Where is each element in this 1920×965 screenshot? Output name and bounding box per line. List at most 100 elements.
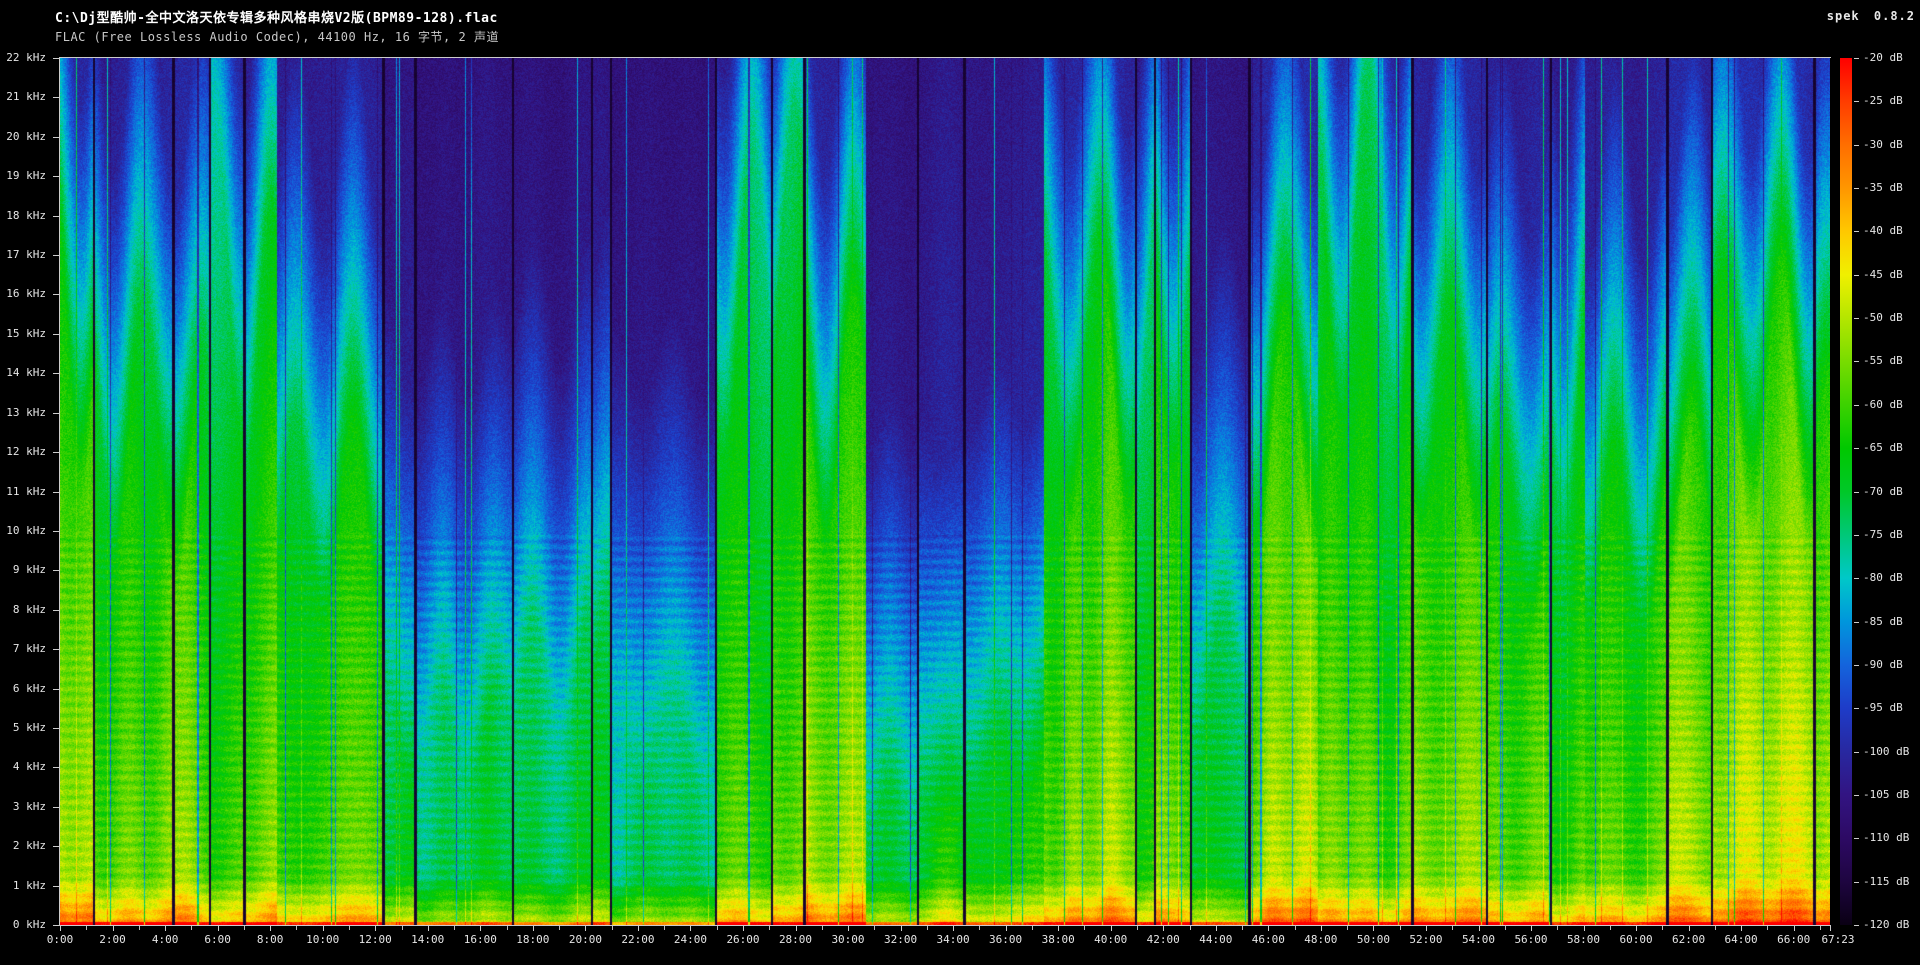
freq-tick-label: 8 kHz [0,603,46,617]
time-minor-tick [1715,926,1716,930]
db-tick-label: -35 dB [1863,181,1920,195]
legend-colorbar [1840,58,1852,925]
time-tick [1163,926,1164,931]
time-tick [165,926,166,931]
time-minor-tick [822,926,823,930]
time-tick [1531,926,1532,931]
time-tick [1426,926,1427,931]
time-tick [480,926,481,931]
db-tick [1854,448,1859,449]
time-tick [1689,926,1690,931]
time-tick [953,926,954,931]
time-tick-label: 30:00 [822,933,874,947]
time-tick-label: 24:00 [664,933,716,947]
time-minor-tick [664,926,665,930]
db-tick-label: -75 dB [1863,528,1920,542]
time-tick-label: 42:00 [1137,933,1189,947]
time-tick-label: 20:00 [559,933,611,947]
time-tick [1058,926,1059,931]
time-tick-label: 48:00 [1295,933,1347,947]
time-minor-tick [1662,926,1663,930]
spek-window: C:\Dj型酷帅-全中文洛天依专辑多种风格串烧V2版(BPM89-128).fl… [0,0,1920,965]
db-tick-label: -95 dB [1863,701,1920,715]
db-tick-label: -115 dB [1863,875,1920,889]
time-tick-label: 26:00 [717,933,769,947]
db-tick [1854,752,1859,753]
freq-tick-label: 10 kHz [0,524,46,538]
time-tick [1584,926,1585,931]
time-tick [60,926,61,931]
freq-tick-label: 19 kHz [0,169,46,183]
time-tick [901,926,902,931]
freq-tick-label: 4 kHz [0,760,46,774]
time-tick [270,926,271,931]
time-tick [218,926,219,931]
time-tick [796,926,797,931]
time-tick-label: 16:00 [454,933,506,947]
db-tick [1854,578,1859,579]
time-minor-tick [1347,926,1348,930]
db-tick [1854,535,1859,536]
freq-tick-label: 3 kHz [0,800,46,814]
time-minor-tick [1295,926,1296,930]
db-tick-label: -85 dB [1863,615,1920,629]
time-tick [323,926,324,931]
time-minor-tick [717,926,718,930]
freq-tick-label: 20 kHz [0,130,46,144]
db-tick [1854,361,1859,362]
time-tick [533,926,534,931]
time-tick-label: 58:00 [1558,933,1610,947]
time-tick [375,926,376,931]
time-minor-tick [139,926,140,930]
time-minor-tick [86,926,87,930]
time-tick [1216,926,1217,931]
time-tick-label: 66:00 [1768,933,1820,947]
db-tick [1854,665,1859,666]
db-tick-label: -20 dB [1863,51,1920,65]
time-tick-label: 64:00 [1715,933,1767,947]
freq-tick-label: 22 kHz [0,51,46,65]
time-minor-tick [1557,926,1558,930]
db-tick [1854,492,1859,493]
freq-tick-label: 7 kHz [0,642,46,656]
db-tick-label: -40 dB [1863,224,1920,238]
db-tick [1854,231,1859,232]
db-tick-label: -30 dB [1863,138,1920,152]
time-tick-label: 10:00 [297,933,349,947]
time-minor-tick [191,926,192,930]
db-tick [1854,795,1859,796]
time-tick [1373,926,1374,931]
db-tick-label: -25 dB [1863,94,1920,108]
time-minor-tick [559,926,560,930]
freq-tick-label: 14 kHz [0,366,46,380]
time-minor-tick [1190,926,1191,930]
freq-tick-label: 2 kHz [0,839,46,853]
freq-tick-label: 0 kHz [0,918,46,932]
time-minor-tick [402,926,403,930]
db-tick [1854,101,1859,102]
time-tick [1794,926,1795,931]
time-tick-label: 54:00 [1453,933,1505,947]
spectrogram-canvas [60,58,1830,925]
time-minor-tick [1242,926,1243,930]
time-tick-label: 4:00 [139,933,191,947]
time-minor-tick [612,926,613,930]
time-tick [1111,926,1112,931]
time-tick-label: 6:00 [192,933,244,947]
time-tick-label: 62:00 [1663,933,1715,947]
time-tick [1636,926,1637,931]
time-tick-label: 28:00 [770,933,822,947]
time-tick-label: 0:00 [34,933,86,947]
time-minor-tick [454,926,455,930]
time-tick-label: 56:00 [1505,933,1557,947]
time-minor-tick [1452,926,1453,930]
time-tick [1479,926,1480,931]
db-tick-label: -60 dB [1863,398,1920,412]
db-tick [1854,405,1859,406]
db-tick [1854,58,1859,59]
db-tick-label: -100 dB [1863,745,1920,759]
time-minor-tick [769,926,770,930]
time-tick [585,926,586,931]
time-tick [690,926,691,931]
db-tick-label: -45 dB [1863,268,1920,282]
